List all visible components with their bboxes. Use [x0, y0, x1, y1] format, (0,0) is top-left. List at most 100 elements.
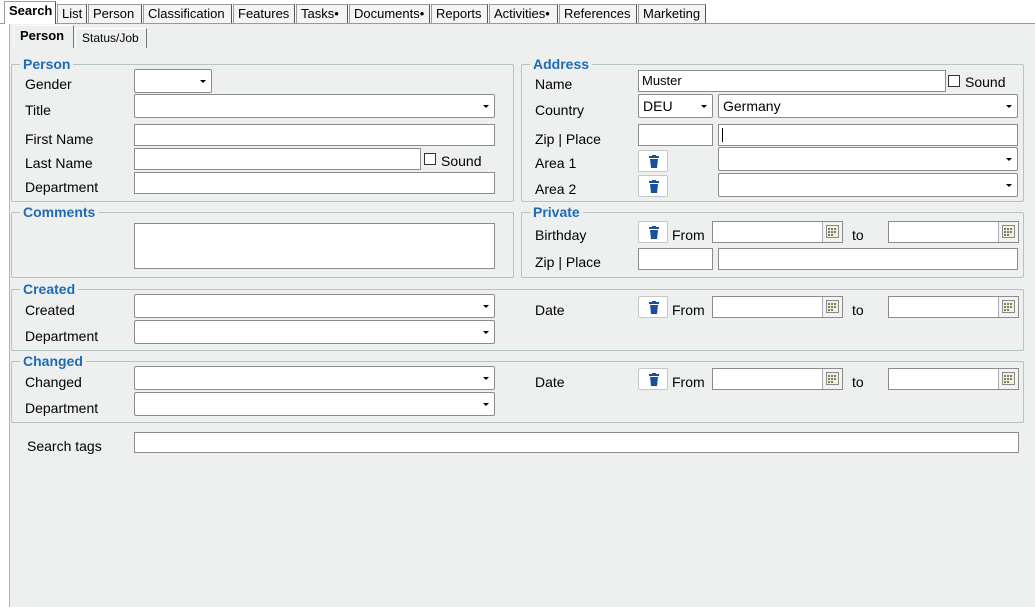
comments-legend: Comments: [20, 205, 99, 220]
created-to-input[interactable]: [888, 296, 1019, 318]
private-zip-input[interactable]: [638, 248, 713, 270]
changed-date-clear-button[interactable]: [638, 368, 668, 390]
tab-activities[interactable]: Activities•: [489, 4, 558, 23]
first-name-label: First Name: [25, 131, 94, 147]
calendar-icon[interactable]: [998, 222, 1018, 242]
chevron-down-icon: [483, 377, 489, 380]
address-name-input[interactable]: Muster: [638, 70, 946, 92]
country-name-value: Germany: [723, 98, 781, 114]
department-label: Department: [25, 179, 99, 195]
area1-select[interactable]: [718, 147, 1018, 171]
chevron-down-icon: [701, 105, 707, 108]
main-tab-bar: Search List Person Classification Featur…: [0, 0, 1035, 24]
tab-search[interactable]: Search: [4, 1, 56, 24]
address-sound-checkbox[interactable]: [948, 75, 960, 87]
changed-by-label: Changed: [25, 374, 82, 390]
birthday-from-label: From: [672, 227, 705, 243]
chevron-down-icon: [483, 105, 489, 108]
changed-department-select[interactable]: [134, 392, 495, 416]
changed-to-input[interactable]: [888, 368, 1019, 390]
address-zip-input[interactable]: [638, 124, 713, 146]
created-department-label: Department: [25, 328, 99, 344]
address-legend: Address: [530, 57, 593, 72]
created-by-label: Created: [25, 302, 75, 318]
created-from-label: From: [672, 302, 705, 318]
country-code-value: DEU: [643, 98, 673, 114]
tab-features[interactable]: Features: [233, 4, 295, 23]
address-zip-label: Zip | Place: [535, 131, 601, 147]
chevron-down-icon: [1006, 105, 1012, 108]
private-legend: Private: [530, 205, 583, 220]
subtab-status-job[interactable]: Status/Job: [75, 28, 147, 48]
private-zip-label: Zip | Place: [535, 254, 601, 270]
created-department-select[interactable]: [134, 320, 495, 344]
address-sound-label: Sound: [965, 74, 1006, 90]
country-code-select[interactable]: DEU: [638, 94, 713, 118]
chevron-down-icon: [483, 331, 489, 334]
area1-label: Area 1: [535, 155, 577, 171]
changed-from-label: From: [672, 374, 705, 390]
created-date-clear-button[interactable]: [638, 296, 668, 318]
birthday-label: Birthday: [535, 227, 587, 243]
tab-reports[interactable]: Reports: [431, 4, 488, 23]
private-place-input[interactable]: [718, 248, 1018, 270]
last-name-label: Last Name: [25, 155, 93, 171]
subtab-person[interactable]: Person: [13, 25, 74, 48]
comments-textarea[interactable]: [134, 223, 495, 269]
calendar-icon[interactable]: [822, 297, 842, 317]
tab-person[interactable]: Person: [88, 4, 142, 23]
title-select[interactable]: [134, 94, 495, 118]
tab-references[interactable]: References: [559, 4, 637, 23]
last-name-sound-checkbox[interactable]: [424, 153, 436, 165]
calendar-icon[interactable]: [822, 369, 842, 389]
text-cursor: [722, 128, 723, 142]
calendar-icon[interactable]: [998, 297, 1018, 317]
search-tags-input[interactable]: [134, 432, 1019, 453]
trash-icon: [649, 226, 659, 239]
area2-label: Area 2: [535, 181, 577, 197]
area2-clear-button[interactable]: [638, 175, 668, 197]
search-tags-label: Search tags: [27, 438, 102, 454]
created-by-select[interactable]: [134, 294, 495, 318]
trash-icon: [649, 180, 659, 193]
created-date-label: Date: [535, 302, 565, 318]
title-label: Title: [25, 102, 51, 118]
gender-label: Gender: [25, 76, 72, 92]
area2-select[interactable]: [718, 173, 1018, 197]
tab-documents[interactable]: Documents•: [349, 4, 430, 23]
sub-tab-bar: Person Status/Job: [10, 24, 1035, 48]
tab-tasks[interactable]: Tasks•: [296, 4, 348, 23]
country-name-select[interactable]: Germany: [718, 94, 1018, 118]
trash-icon: [649, 155, 659, 168]
changed-to-label: to: [852, 374, 864, 390]
first-name-input[interactable]: [134, 124, 495, 146]
created-legend: Created: [20, 282, 79, 297]
gender-select[interactable]: [134, 69, 212, 93]
birthday-to-label: to: [852, 227, 864, 243]
calendar-icon[interactable]: [998, 369, 1018, 389]
chevron-down-icon: [483, 305, 489, 308]
area1-clear-button[interactable]: [638, 150, 668, 172]
address-name-label: Name: [535, 76, 573, 92]
tab-classification[interactable]: Classification: [143, 4, 232, 23]
calendar-icon[interactable]: [822, 222, 842, 242]
trash-icon: [649, 373, 659, 386]
last-name-input[interactable]: [134, 148, 421, 170]
birthday-to-input[interactable]: [888, 221, 1019, 243]
last-name-sound-label: Sound: [441, 153, 482, 169]
tab-list[interactable]: List: [57, 4, 87, 23]
birthday-clear-button[interactable]: [638, 221, 668, 243]
department-input[interactable]: [134, 172, 495, 194]
birthday-from-input[interactable]: [712, 221, 843, 243]
person-legend: Person: [20, 57, 74, 72]
chevron-down-icon: [483, 403, 489, 406]
address-place-input[interactable]: [718, 124, 1018, 146]
created-to-label: to: [852, 302, 864, 318]
changed-date-label: Date: [535, 374, 565, 390]
created-from-input[interactable]: [712, 296, 843, 318]
changed-department-label: Department: [25, 400, 99, 416]
changed-legend: Changed: [20, 354, 86, 369]
tab-marketing[interactable]: Marketing: [638, 4, 706, 23]
changed-by-select[interactable]: [134, 366, 495, 390]
changed-from-input[interactable]: [712, 368, 843, 390]
